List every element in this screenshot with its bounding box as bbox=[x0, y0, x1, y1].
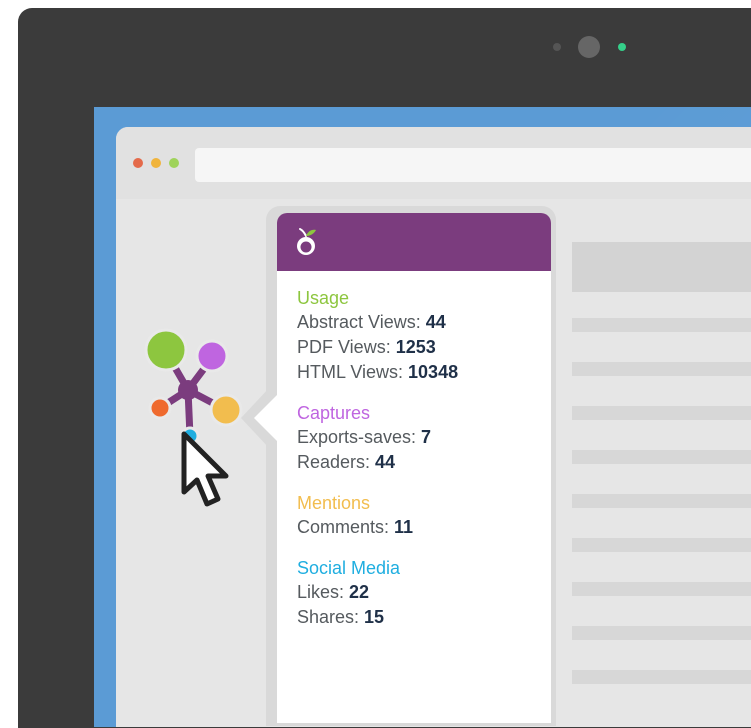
usage-title: Usage bbox=[297, 288, 350, 308]
window-minimize-button[interactable] bbox=[151, 158, 161, 168]
metric-value: 1253 bbox=[395, 337, 436, 357]
address-bar[interactable] bbox=[195, 148, 751, 182]
social-media-section: Social Media Likes: 22 Shares: 15 bbox=[297, 557, 551, 630]
social-media-title: Social Media bbox=[297, 558, 401, 578]
abstract-views-row: Abstract Views: 44 bbox=[297, 310, 551, 335]
metrics-popup: Usage Abstract Views: 44 PDF Views: 1253… bbox=[277, 213, 551, 723]
metric-value: 10348 bbox=[408, 362, 459, 382]
readers-row: Readers: 44 bbox=[297, 450, 551, 475]
plum-logo-icon bbox=[297, 228, 316, 255]
metric-value: 7 bbox=[421, 427, 432, 447]
metric-label: Abstract Views: bbox=[297, 312, 426, 332]
popup-pointer-inner bbox=[254, 394, 278, 442]
metric-label: PDF Views: bbox=[297, 337, 396, 357]
metric-label: Comments: bbox=[297, 517, 395, 537]
metric-value: 44 bbox=[375, 452, 396, 472]
window-close-button[interactable] bbox=[133, 158, 143, 168]
shares-row: Shares: 15 bbox=[297, 605, 551, 630]
content-placeholder-line bbox=[572, 450, 751, 464]
content-placeholder-line bbox=[572, 626, 751, 640]
html-views-row: HTML Views: 10348 bbox=[297, 360, 551, 385]
metric-label: Readers: bbox=[297, 452, 376, 472]
camera-indicator-light bbox=[618, 43, 626, 51]
captures-section: Captures Exports-saves: 7 Readers: 44 bbox=[297, 402, 551, 475]
window-maximize-button[interactable] bbox=[169, 158, 179, 168]
camera-lens-icon bbox=[578, 36, 600, 58]
content-placeholder-line bbox=[572, 362, 751, 376]
metric-value: 11 bbox=[394, 517, 414, 537]
cursor-arrow-icon bbox=[181, 431, 229, 507]
metric-label: HTML Views: bbox=[297, 362, 409, 382]
mentions-section: Mentions Comments: 11 bbox=[297, 492, 551, 540]
content-placeholder-line bbox=[572, 538, 751, 552]
metric-value: 44 bbox=[425, 312, 446, 332]
pdf-views-row: PDF Views: 1253 bbox=[297, 335, 551, 360]
usage-section: Usage Abstract Views: 44 PDF Views: 1253… bbox=[297, 287, 551, 385]
metric-value: 15 bbox=[364, 607, 385, 627]
metric-label: Exports-saves: bbox=[297, 427, 422, 447]
metric-value: 22 bbox=[349, 582, 370, 602]
content-placeholder-line bbox=[572, 318, 751, 332]
content-placeholder-heading bbox=[572, 242, 751, 292]
popup-header bbox=[277, 213, 551, 271]
metric-label: Likes: bbox=[297, 582, 350, 602]
content-placeholder-line bbox=[572, 494, 751, 508]
content-placeholder-line bbox=[572, 670, 751, 684]
comments-row: Comments: 11 bbox=[297, 515, 551, 540]
camera-sensor-icon bbox=[553, 43, 561, 51]
likes-row: Likes: 22 bbox=[297, 580, 551, 605]
content-placeholder-line bbox=[572, 406, 751, 420]
mentions-title: Mentions bbox=[297, 493, 371, 513]
content-placeholder-line bbox=[572, 582, 751, 596]
exports-saves-row: Exports-saves: 7 bbox=[297, 425, 551, 450]
captures-title: Captures bbox=[297, 403, 371, 423]
metric-label: Shares: bbox=[297, 607, 365, 627]
